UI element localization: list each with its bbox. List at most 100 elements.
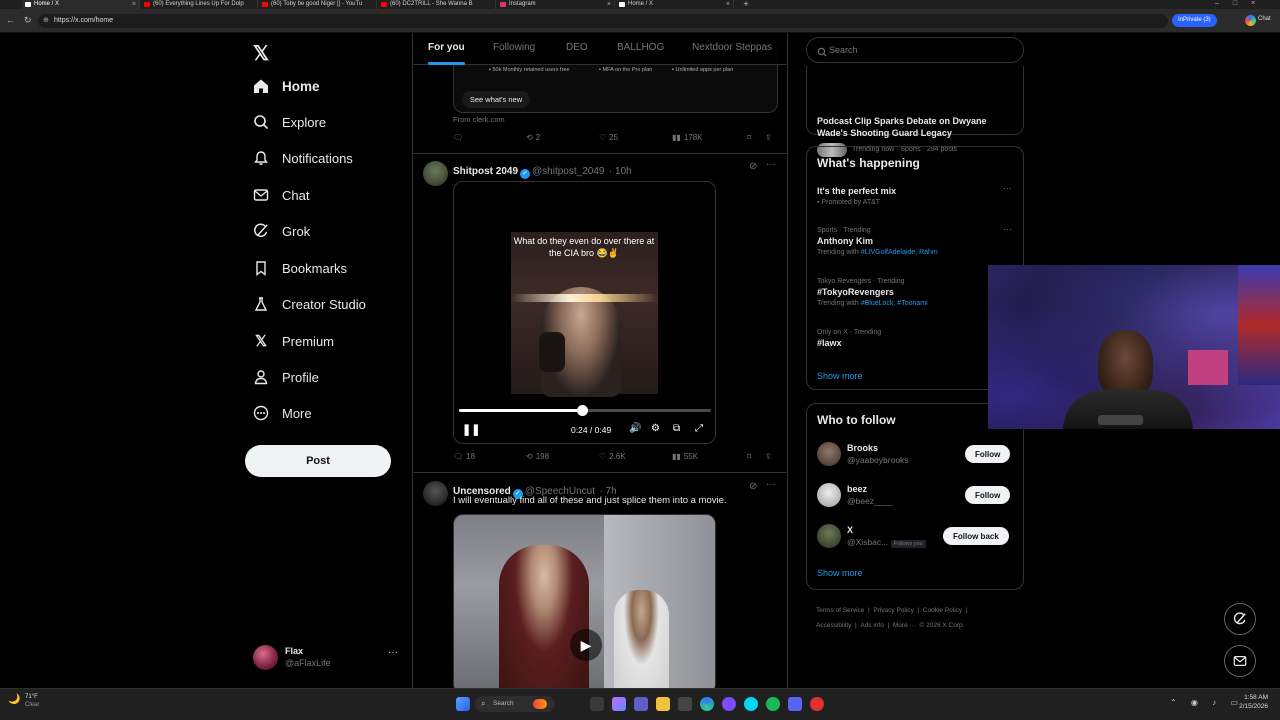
nav-item-home[interactable]: Home [253, 72, 320, 100]
nav-item-creator-studio[interactable]: Creator Studio [253, 290, 366, 318]
retweet-action[interactable]: ⟲ 2 [526, 133, 540, 142]
grok-explain-icon[interactable]: ⊘ [749, 481, 757, 492]
account-switcher[interactable]: Flax @aFlaxLife ··· [253, 643, 403, 673]
teams-icon[interactable] [634, 697, 648, 711]
views-action[interactable]: ▮▮ 55K [672, 452, 698, 461]
follow-button[interactable]: Follow [965, 486, 1011, 504]
browser-tab[interactable]: Home / X × [616, 0, 734, 9]
footer-link[interactable]: Terms of Service [816, 607, 864, 614]
nav-item-explore[interactable]: Explore [253, 108, 326, 136]
pause-icon[interactable]: ❚❚ [462, 423, 480, 436]
task-view-icon[interactable] [590, 697, 604, 711]
follow-back-button[interactable]: Follow back [943, 527, 1009, 545]
app-icon[interactable] [722, 697, 736, 711]
bookmark-action[interactable]: ⌑ [747, 133, 751, 142]
start-menu-icon[interactable] [456, 697, 470, 711]
close-tab-icon[interactable]: × [132, 0, 136, 9]
video-player[interactable]: What do they even do over there at the C… [453, 181, 716, 444]
settings-icon[interactable]: ⚙ [651, 423, 660, 434]
x-logo-icon[interactable]: 𝕏 [253, 41, 269, 66]
back-icon[interactable]: ← [6, 15, 15, 25]
tab-following[interactable]: Following [493, 33, 535, 65]
file-explorer-icon[interactable] [656, 697, 670, 711]
app-icon[interactable] [810, 697, 824, 711]
reply-action[interactable]: 🗨 [453, 133, 463, 142]
trend-item[interactable]: Sports · Trending Anthony Kim Trending w… [817, 227, 1017, 256]
video-thumbnail[interactable]: ▶ [453, 514, 716, 688]
copilot-icon[interactable] [1245, 15, 1256, 26]
trend-item[interactable]: Tokyo Revengers · Trending #TokyoRevenge… [817, 278, 1017, 307]
trend-hashtags[interactable]: #BlueLock, #Toonami [861, 300, 928, 307]
show-more-link[interactable]: Show more [817, 568, 863, 578]
grok-float-button[interactable] [1224, 603, 1256, 635]
search-input[interactable]: Search [806, 37, 1024, 63]
browser-tab[interactable]: Instagram × [497, 0, 615, 9]
clock-time[interactable]: 1:58 AM [1226, 694, 1268, 701]
post-button[interactable]: Post [245, 445, 391, 477]
avatar[interactable] [423, 481, 448, 506]
clock-date[interactable]: 2/15/2026 [1226, 703, 1268, 710]
show-more-link[interactable]: Show more [817, 371, 863, 381]
more-options-icon[interactable]: ··· [766, 479, 776, 490]
copilot-app-icon[interactable] [612, 697, 626, 711]
trend-item[interactable]: It's the perfect mix ▪ Promoted by AT&T [817, 186, 1017, 206]
copilot-chat-label[interactable]: Chat [1258, 16, 1271, 22]
close-tab-icon[interactable]: × [607, 0, 611, 9]
tab-nextdoor-steppas[interactable]: Nextdoor Steppas [692, 33, 772, 65]
footer-link[interactable]: Privacy Policy [873, 607, 913, 614]
footer-link[interactable]: Accessibility [816, 622, 851, 629]
footer-link[interactable]: Cookie Policy [923, 607, 962, 614]
retweet-action[interactable]: ⟲ 198 [526, 452, 549, 461]
browser-tab[interactable]: (60) DC2TRILL - She Wanna B [378, 0, 496, 9]
discord-icon[interactable] [788, 697, 802, 711]
bookmark-action[interactable]: ⌑ [747, 452, 751, 461]
play-icon[interactable]: ▶ [570, 629, 602, 661]
nav-item-premium[interactable]: 𝕏 Premium [253, 327, 334, 355]
video-scrubber-handle[interactable] [577, 405, 589, 416]
nav-item-grok[interactable]: Grok [253, 217, 310, 245]
avatar[interactable] [423, 161, 448, 186]
ad-source[interactable]: From clerk.com [453, 115, 505, 124]
tweet-time[interactable]: · 10h [609, 166, 632, 177]
nav-item-bookmarks[interactable]: Bookmarks [253, 254, 347, 282]
reply-action[interactable]: 🗨 18 [453, 452, 475, 461]
new-tab-icon[interactable]: + [738, 0, 754, 9]
more-options-icon[interactable]: ··· [1003, 183, 1012, 193]
browser-tab[interactable]: Home / X × [22, 0, 140, 9]
like-action[interactable]: ♡ 2.6K [599, 452, 626, 461]
url-field[interactable]: ⊕ https://x.com/home [38, 14, 1168, 28]
nav-item-profile[interactable]: Profile [253, 363, 319, 391]
like-action[interactable]: ♡ 25 [599, 133, 618, 142]
inprivate-badge[interactable]: InPrivate (3) [1172, 14, 1217, 27]
pip-icon[interactable]: ⧉ [673, 423, 680, 434]
follow-button[interactable]: Follow [965, 445, 1011, 463]
grok-explain-icon[interactable]: ⊘ [749, 161, 757, 172]
edge-icon[interactable] [700, 697, 714, 711]
close-tab-icon[interactable]: × [726, 0, 730, 9]
tab-for-you[interactable]: For you [428, 33, 465, 65]
footer-more-link[interactable]: More ··· [893, 622, 916, 629]
weather-icon[interactable]: 🌙 [8, 694, 20, 705]
browser-tab[interactable]: (60) Everything Lines Up For Dolp [141, 0, 258, 9]
author-name[interactable]: Shitpost 2049 [453, 166, 518, 177]
share-action[interactable]: ⇪ [765, 133, 772, 142]
spotify-icon[interactable] [766, 697, 780, 711]
views-action[interactable]: ▮▮ 178K [672, 133, 703, 142]
trend-hashtags[interactable]: #LIVGolfAdelaide, Rahm [861, 249, 938, 256]
refresh-icon[interactable]: ↻ [24, 15, 32, 26]
volume-icon[interactable]: 🔊 [629, 423, 641, 434]
share-action[interactable]: ⇪ [765, 452, 772, 461]
video-progress-bar[interactable] [459, 405, 711, 416]
nav-item-chat[interactable]: Chat [253, 181, 309, 209]
fullscreen-icon[interactable]: ⤢ [695, 423, 703, 434]
tab-ballhog[interactable]: BALLHOG [617, 33, 664, 65]
trend-item[interactable]: Only on X · Trending #lawx [817, 329, 1017, 348]
taskbar-search[interactable]: ⌕ Search [475, 696, 555, 712]
browser-tab[interactable]: (60) Toby be good Niger |] - YouTu [259, 0, 377, 9]
see-whats-new-button[interactable]: See what's new [462, 91, 530, 108]
author-handle[interactable]: @shitpost_2049 [532, 166, 604, 177]
nav-item-more[interactable]: More [253, 399, 312, 427]
app-icon[interactable] [678, 697, 692, 711]
more-options-icon[interactable]: ··· [1003, 224, 1012, 234]
more-options-icon[interactable]: ··· [388, 647, 398, 658]
